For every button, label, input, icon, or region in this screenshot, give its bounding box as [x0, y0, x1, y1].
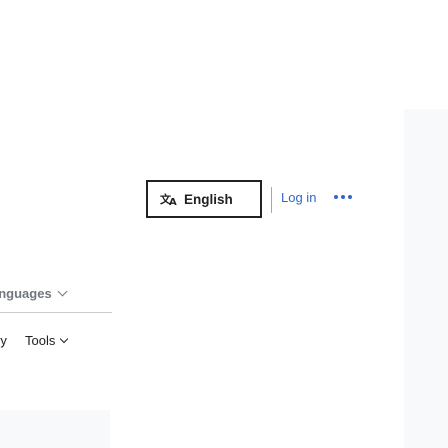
- ellipsis-icon: [348, 195, 352, 199]
- more-options-button[interactable]: [334, 192, 352, 202]
- languages-label: anguages: [0, 286, 52, 301]
- tools-label: Tools: [25, 333, 56, 348]
- sidebar-divider: [0, 312, 112, 313]
- chevron-down-icon: [60, 334, 69, 344]
- ellipsis-icon: [334, 195, 338, 199]
- tools-dropdown[interactable]: Tools: [25, 333, 69, 348]
- ellipsis-icon: [341, 195, 345, 199]
- history-tab[interactable]: ry: [0, 333, 7, 348]
- chevron-down-icon: [57, 286, 68, 297]
- language-button[interactable]: 文 A English: [146, 180, 262, 218]
- languages-dropdown[interactable]: anguages: [0, 286, 68, 301]
- svg-text:A: A: [169, 197, 177, 206]
- language-button-label: English: [184, 191, 233, 207]
- right-panel: [404, 109, 448, 448]
- bottom-panel: [0, 410, 110, 448]
- header-divider: [271, 187, 272, 213]
- login-link[interactable]: Log in: [281, 190, 316, 205]
- translate-icon: 文 A: [160, 192, 178, 208]
